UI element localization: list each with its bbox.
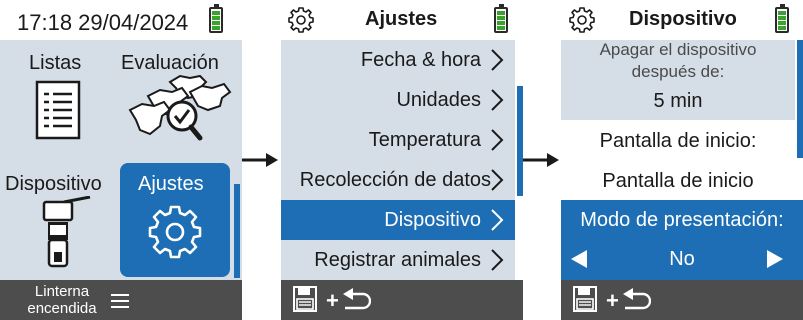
footer-bar: + <box>561 280 803 320</box>
scrollbar[interactable] <box>234 184 240 278</box>
menu-item-fecha-hora[interactable]: Fecha & hora <box>281 40 515 80</box>
back-arrow-icon[interactable] <box>621 286 651 312</box>
setting-label: después de: <box>631 62 725 81</box>
chevron-right-icon <box>491 49 504 71</box>
settings-menu: Fecha & hora Unidades Temperatura Recole… <box>281 40 515 280</box>
battery-icon <box>494 4 508 33</box>
menu-item-label: Registrar animales <box>314 249 481 271</box>
plus-sign: + <box>606 288 619 313</box>
chevron-right-icon <box>491 169 504 191</box>
battery-icon <box>775 4 789 33</box>
footer-bar: + <box>281 280 523 320</box>
scrollbar[interactable] <box>797 40 803 158</box>
save-icon[interactable] <box>573 286 597 312</box>
tile-label: Ajustes <box>138 173 204 195</box>
clock: 17:18 29/04/2024 <box>17 10 189 35</box>
setting-label: Modo de presentación: <box>580 209 784 231</box>
flow-arrow-icon <box>242 153 278 167</box>
chevron-right-icon <box>491 249 504 271</box>
menu-item-recoleccion-datos[interactable]: Recolección de datos <box>281 160 515 200</box>
setting-label: Apagar el dispositivo <box>599 40 757 59</box>
menu-item-label: Dispositivo <box>384 209 481 231</box>
menu-item-temperatura[interactable]: Temperatura <box>281 120 515 160</box>
tile-label: Dispositivo <box>5 173 102 195</box>
hamburger-menu-icon[interactable] <box>111 294 129 308</box>
footer-bar: Linterna encendida <box>0 280 242 320</box>
scrollbar[interactable] <box>517 86 523 196</box>
header-bar: Dispositivo <box>561 0 803 40</box>
flashlight-status[interactable]: Linterna encendida <box>22 283 102 317</box>
menu-item-label: Temperatura <box>368 129 481 151</box>
gear-icon <box>288 7 314 33</box>
menu-item-unidades[interactable]: Unidades <box>281 80 515 120</box>
presentation-mode-setting[interactable]: Modo de presentación: No <box>561 200 803 280</box>
menu-item-label: Fecha & hora <box>360 49 481 71</box>
tile-label: Evaluación <box>121 52 219 74</box>
tile-label: Listas <box>29 52 82 74</box>
document-list-icon <box>35 80 81 140</box>
save-icon[interactable] <box>293 286 317 312</box>
page-title: Ajustes <box>365 8 438 30</box>
status-bar: 17:18 29/04/2024 <box>0 0 242 40</box>
chevron-right-icon <box>491 209 504 231</box>
power-off-setting[interactable]: Apagar el dispositivo después de: 5 min <box>561 40 795 120</box>
chevron-right-icon <box>491 89 504 111</box>
menu-item-dispositivo[interactable]: Dispositivo <box>281 200 515 240</box>
home-screen: 17:18 29/04/2024 Listas Evaluación Dispo… <box>0 0 242 320</box>
menu-item-label: Unidades <box>396 89 481 111</box>
tile-ajustes[interactable]: Ajustes <box>120 163 230 277</box>
back-arrow-icon[interactable] <box>341 286 371 312</box>
gear-icon <box>569 7 595 33</box>
setting-value: Pantalla de inicio <box>602 170 754 192</box>
plus-sign: + <box>326 288 339 313</box>
arrow-right-icon[interactable] <box>767 250 783 268</box>
setting-value: 5 min <box>653 90 703 112</box>
menu-item-label: Recolección de datos <box>299 169 491 191</box>
chevron-right-icon <box>491 129 504 151</box>
setting-label: Pantalla de inicio: <box>599 130 757 152</box>
cows-evaluation-icon <box>128 74 232 141</box>
header-bar: Ajustes <box>281 0 523 40</box>
battery-icon <box>209 4 223 33</box>
device-screen: Dispositivo Apagar el dispositivo despué… <box>561 0 803 320</box>
gear-icon <box>148 205 202 259</box>
handheld-reader-icon <box>42 196 91 268</box>
page-title: Dispositivo <box>629 8 737 30</box>
settings-screen: Ajustes Fecha & hora Unidades Temperatur… <box>281 0 523 320</box>
flow-arrow-icon <box>523 153 559 167</box>
menu-item-registrar-animales[interactable]: Registrar animales <box>281 240 515 280</box>
